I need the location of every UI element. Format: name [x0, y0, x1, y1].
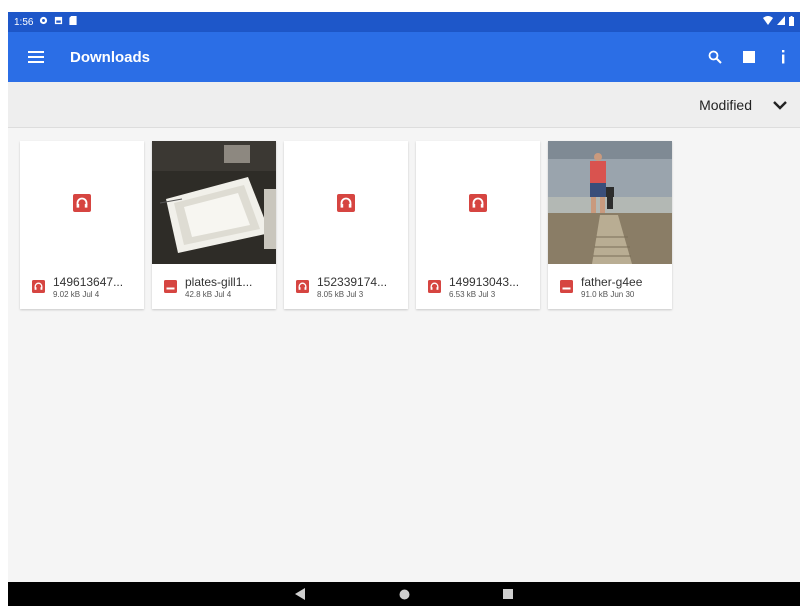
gallery-icon [54, 16, 63, 28]
search-icon [708, 50, 722, 64]
grid-view-icon [743, 51, 755, 63]
navigation-bar [8, 582, 800, 606]
audio-file-icon [296, 280, 309, 293]
app-bar: Downloads [8, 32, 800, 82]
audio-file-icon [32, 280, 45, 293]
signal-icon [777, 16, 785, 28]
recents-icon [503, 589, 513, 599]
menu-button[interactable] [8, 32, 64, 82]
home-button[interactable] [394, 584, 414, 604]
hamburger-menu-icon [28, 51, 44, 63]
audio-thumbnail [20, 141, 144, 264]
file-card[interactable]: 149913043... 6.53 kB Jul 3 [416, 141, 540, 309]
wifi-icon [763, 16, 773, 28]
more-info-icon [782, 50, 785, 64]
search-button[interactable] [698, 32, 732, 82]
file-card[interactable]: 149613647... 9.02 kB Jul 4 [20, 141, 144, 309]
file-grid: 149613647... 9.02 kB Jul 4 plates-gill1.… [20, 141, 672, 309]
page-title: Downloads [70, 48, 151, 66]
image-file-icon [164, 280, 177, 293]
file-name: father-g4ee [581, 274, 643, 289]
settings-gear-icon [39, 16, 48, 28]
plates-photo-thumbnail [152, 141, 276, 264]
status-time: 1:56 [14, 16, 34, 28]
battery-icon [789, 15, 794, 29]
audio-icon [469, 193, 487, 212]
file-meta: 42.8 kB Jul 4 [185, 289, 232, 299]
image-file-icon [560, 280, 573, 293]
audio-thumbnail [416, 141, 540, 264]
recents-button[interactable] [498, 584, 518, 604]
file-card[interactable]: plates-gill1... 42.8 kB Jul 4 [152, 141, 276, 309]
file-name: 149913043... [449, 274, 520, 289]
chevron-down-icon [773, 100, 787, 110]
file-card[interactable]: father-g4ee 91.0 kB Jun 30 [548, 141, 672, 309]
back-icon [295, 588, 305, 600]
file-meta: 8.05 kB Jul 3 [317, 289, 364, 299]
sort-bar: Modified [8, 82, 800, 128]
screen: 1:56 Downloads Modified 149613647... 9.0… [8, 12, 800, 606]
back-button[interactable] [290, 584, 310, 604]
plates-photo [152, 141, 276, 264]
file-card[interactable]: 152339174... 8.05 kB Jul 3 [284, 141, 408, 309]
more-info-button[interactable] [766, 32, 800, 82]
audio-icon [73, 193, 91, 212]
audio-file-icon [428, 280, 441, 293]
file-meta: 6.53 kB Jul 3 [449, 289, 496, 299]
home-icon [399, 589, 409, 599]
file-meta: 91.0 kB Jun 30 [581, 289, 635, 299]
audio-thumbnail [284, 141, 408, 264]
file-name: plates-gill1... [185, 274, 253, 289]
father-son-photo-thumbnail [548, 141, 672, 264]
status-bar: 1:56 [8, 12, 800, 32]
sort-direction-toggle[interactable] [768, 93, 792, 117]
grid-view-button[interactable] [732, 32, 766, 82]
file-name: 152339174... [317, 274, 388, 289]
sort-label[interactable]: Modified [699, 97, 752, 113]
sd-card-icon [69, 16, 78, 28]
file-name: 149613647... [53, 274, 124, 289]
father-son-photo [548, 141, 672, 264]
file-meta: 9.02 kB Jul 4 [53, 289, 100, 299]
audio-icon [337, 193, 355, 212]
